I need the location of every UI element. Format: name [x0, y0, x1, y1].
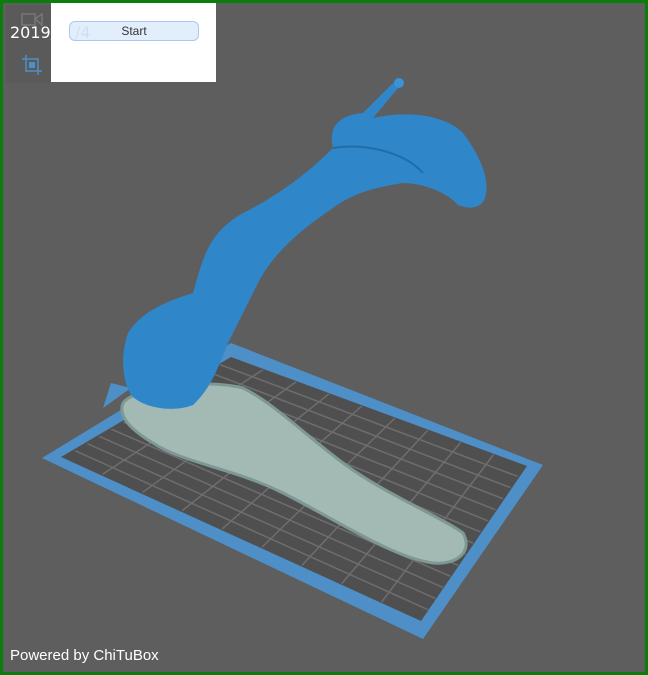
date-text: 2019/ — [10, 23, 57, 42]
3d-scene[interactable] — [3, 3, 645, 672]
heel-tip — [394, 78, 404, 88]
boot-model — [123, 83, 487, 409]
viewport[interactable]: 2019/ Start /4 Powered by ChiTuBox — [0, 0, 648, 675]
view-toolbar — [6, 5, 54, 83]
powered-by-label: Powered by ChiTuBox — [10, 647, 159, 664]
crop-view-icon[interactable] — [22, 55, 42, 75]
start-panel: Start — [51, 3, 216, 82]
date-text-suffix: /4 — [75, 23, 91, 42]
